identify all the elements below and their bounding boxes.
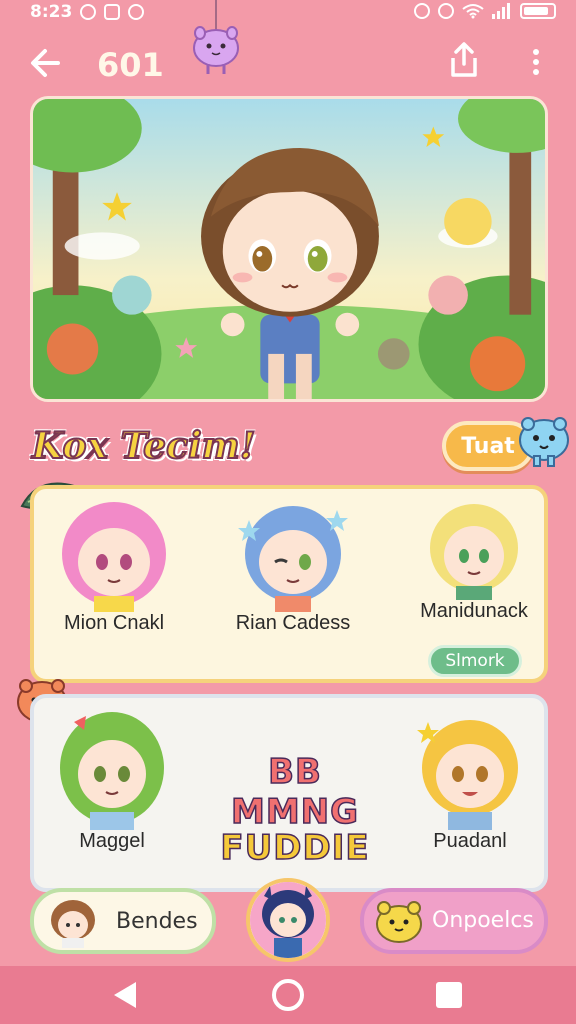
battery-icon [520,3,556,19]
status-bar: 8:23 [0,0,576,26]
more-options-icon[interactable] [528,48,544,78]
alarm-icon [438,3,454,19]
character-name: Puadanl [433,830,507,852]
character-card[interactable]: Manidunack [414,500,534,623]
logo-line-2: FUDDIE [220,827,370,869]
page-title: 601 [97,46,164,84]
bendes-label: Bendes [116,909,198,934]
character-name: Manidunack [420,600,528,622]
character-avatar [430,504,518,600]
character-thumb-icon [51,900,95,948]
character-name: Mion Cnakl [63,612,165,634]
bluetooth-icon [414,3,430,19]
section-heading: Kox Tecim! [31,424,257,468]
character-card[interactable]: Rian Cadess [228,500,358,635]
hero-banner-image [30,96,548,402]
profile-avatar-button[interactable] [246,878,330,962]
character-avatar [417,720,518,830]
yellow-mascot-icon [376,901,422,943]
character-avatar [62,502,166,612]
notification-icon [80,4,96,20]
hanging-mascot-icon [193,0,239,74]
app-icon [104,4,120,20]
profile-avatar [250,882,326,958]
character-card[interactable]: Mion Cnakl [54,500,174,635]
share-icon[interactable] [448,42,480,78]
nav-recents-icon[interactable] [436,982,462,1008]
character-avatar [238,506,348,612]
logo-line-1: BB MMNG [230,751,360,833]
character-card[interactable]: Maggel [52,708,172,853]
character-card[interactable]: Puadanl [410,712,530,853]
bendes-button[interactable]: Bendes [30,888,216,954]
status-time: 8:23 [30,2,73,22]
character-name: Maggel [79,830,145,852]
sync-icon [128,4,144,20]
nav-home-icon[interactable] [272,979,304,1011]
onpoelcs-button[interactable]: Onpoelcs [360,888,548,954]
signal-icon [492,3,510,19]
character-avatar [60,712,164,830]
back-arrow-icon[interactable] [28,46,62,80]
character-name: Rian Cadess [235,612,351,634]
onpoelcs-label: Onpoelcs [432,908,534,933]
nav-back-icon[interactable] [112,980,140,1010]
wifi-icon [462,4,484,19]
slmork-button[interactable]: Slmork [428,645,522,677]
blue-mascot-icon [519,417,569,467]
app-logo: BB MMNG FUDDIE [200,751,390,869]
